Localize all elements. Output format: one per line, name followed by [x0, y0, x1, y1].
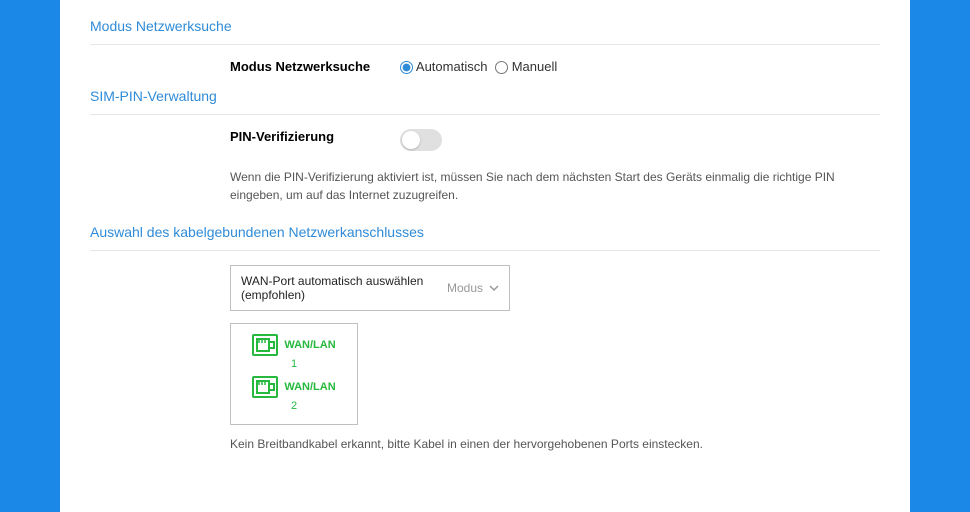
section-title-network: Modus Netzwerksuche — [90, 18, 880, 34]
wan-port-select[interactable]: WAN-Port automatisch auswählen (empfohle… — [230, 265, 510, 311]
radio-manual-label: Manuell — [512, 59, 558, 74]
ethernet-port-icon — [252, 334, 278, 356]
divider — [90, 44, 880, 45]
toggle-knob — [402, 131, 420, 149]
network-mode-row: Modus Netzwerksuche Automatisch Manuell — [90, 59, 880, 74]
chevron-down-icon — [489, 283, 499, 293]
pin-row: PIN-Verifizierung — [90, 129, 880, 154]
port-2-label: WAN/LAN — [284, 381, 335, 393]
wan-port-mode: Modus — [447, 281, 499, 295]
section-title-simpin: SIM-PIN-Verwaltung — [90, 88, 880, 104]
port-1[interactable]: WAN/LAN 1 — [239, 334, 349, 370]
network-mode-label: Modus Netzwerksuche — [90, 59, 400, 74]
port-2[interactable]: WAN/LAN 2 — [239, 376, 349, 412]
port-1-label: WAN/LAN — [284, 339, 335, 351]
pin-label: PIN-Verifizierung — [90, 129, 400, 144]
section-title-wiredport: Auswahl des kabelgebundenen Netzwerkansc… — [90, 224, 880, 240]
wan-port-select-label: WAN-Port automatisch auswählen (empfohle… — [241, 274, 447, 302]
pin-toggle[interactable] — [400, 129, 442, 151]
port-card: WAN/LAN 1 WAN/LAN 2 — [230, 323, 358, 425]
port-1-num: 1 — [291, 358, 297, 370]
pin-hint: Wenn die PIN-Verifizierung aktiviert ist… — [230, 168, 880, 204]
wan-port-mode-label: Modus — [447, 281, 483, 295]
divider — [90, 114, 880, 115]
port-2-num: 2 — [291, 400, 297, 412]
settings-panel: Modus Netzwerksuche Modus Netzwerksuche … — [60, 0, 910, 512]
radio-manual-wrapper[interactable]: Manuell — [495, 59, 557, 74]
radio-auto-wrapper[interactable]: Automatisch — [400, 59, 491, 74]
no-cable-message: Kein Breitbandkabel erkannt, bitte Kabel… — [230, 437, 880, 451]
divider — [90, 250, 880, 251]
radio-manual[interactable] — [495, 61, 508, 74]
ethernet-port-icon — [252, 376, 278, 398]
network-mode-radiogroup: Automatisch Manuell — [400, 59, 880, 74]
radio-auto-label: Automatisch — [416, 59, 488, 74]
radio-auto[interactable] — [400, 61, 413, 74]
